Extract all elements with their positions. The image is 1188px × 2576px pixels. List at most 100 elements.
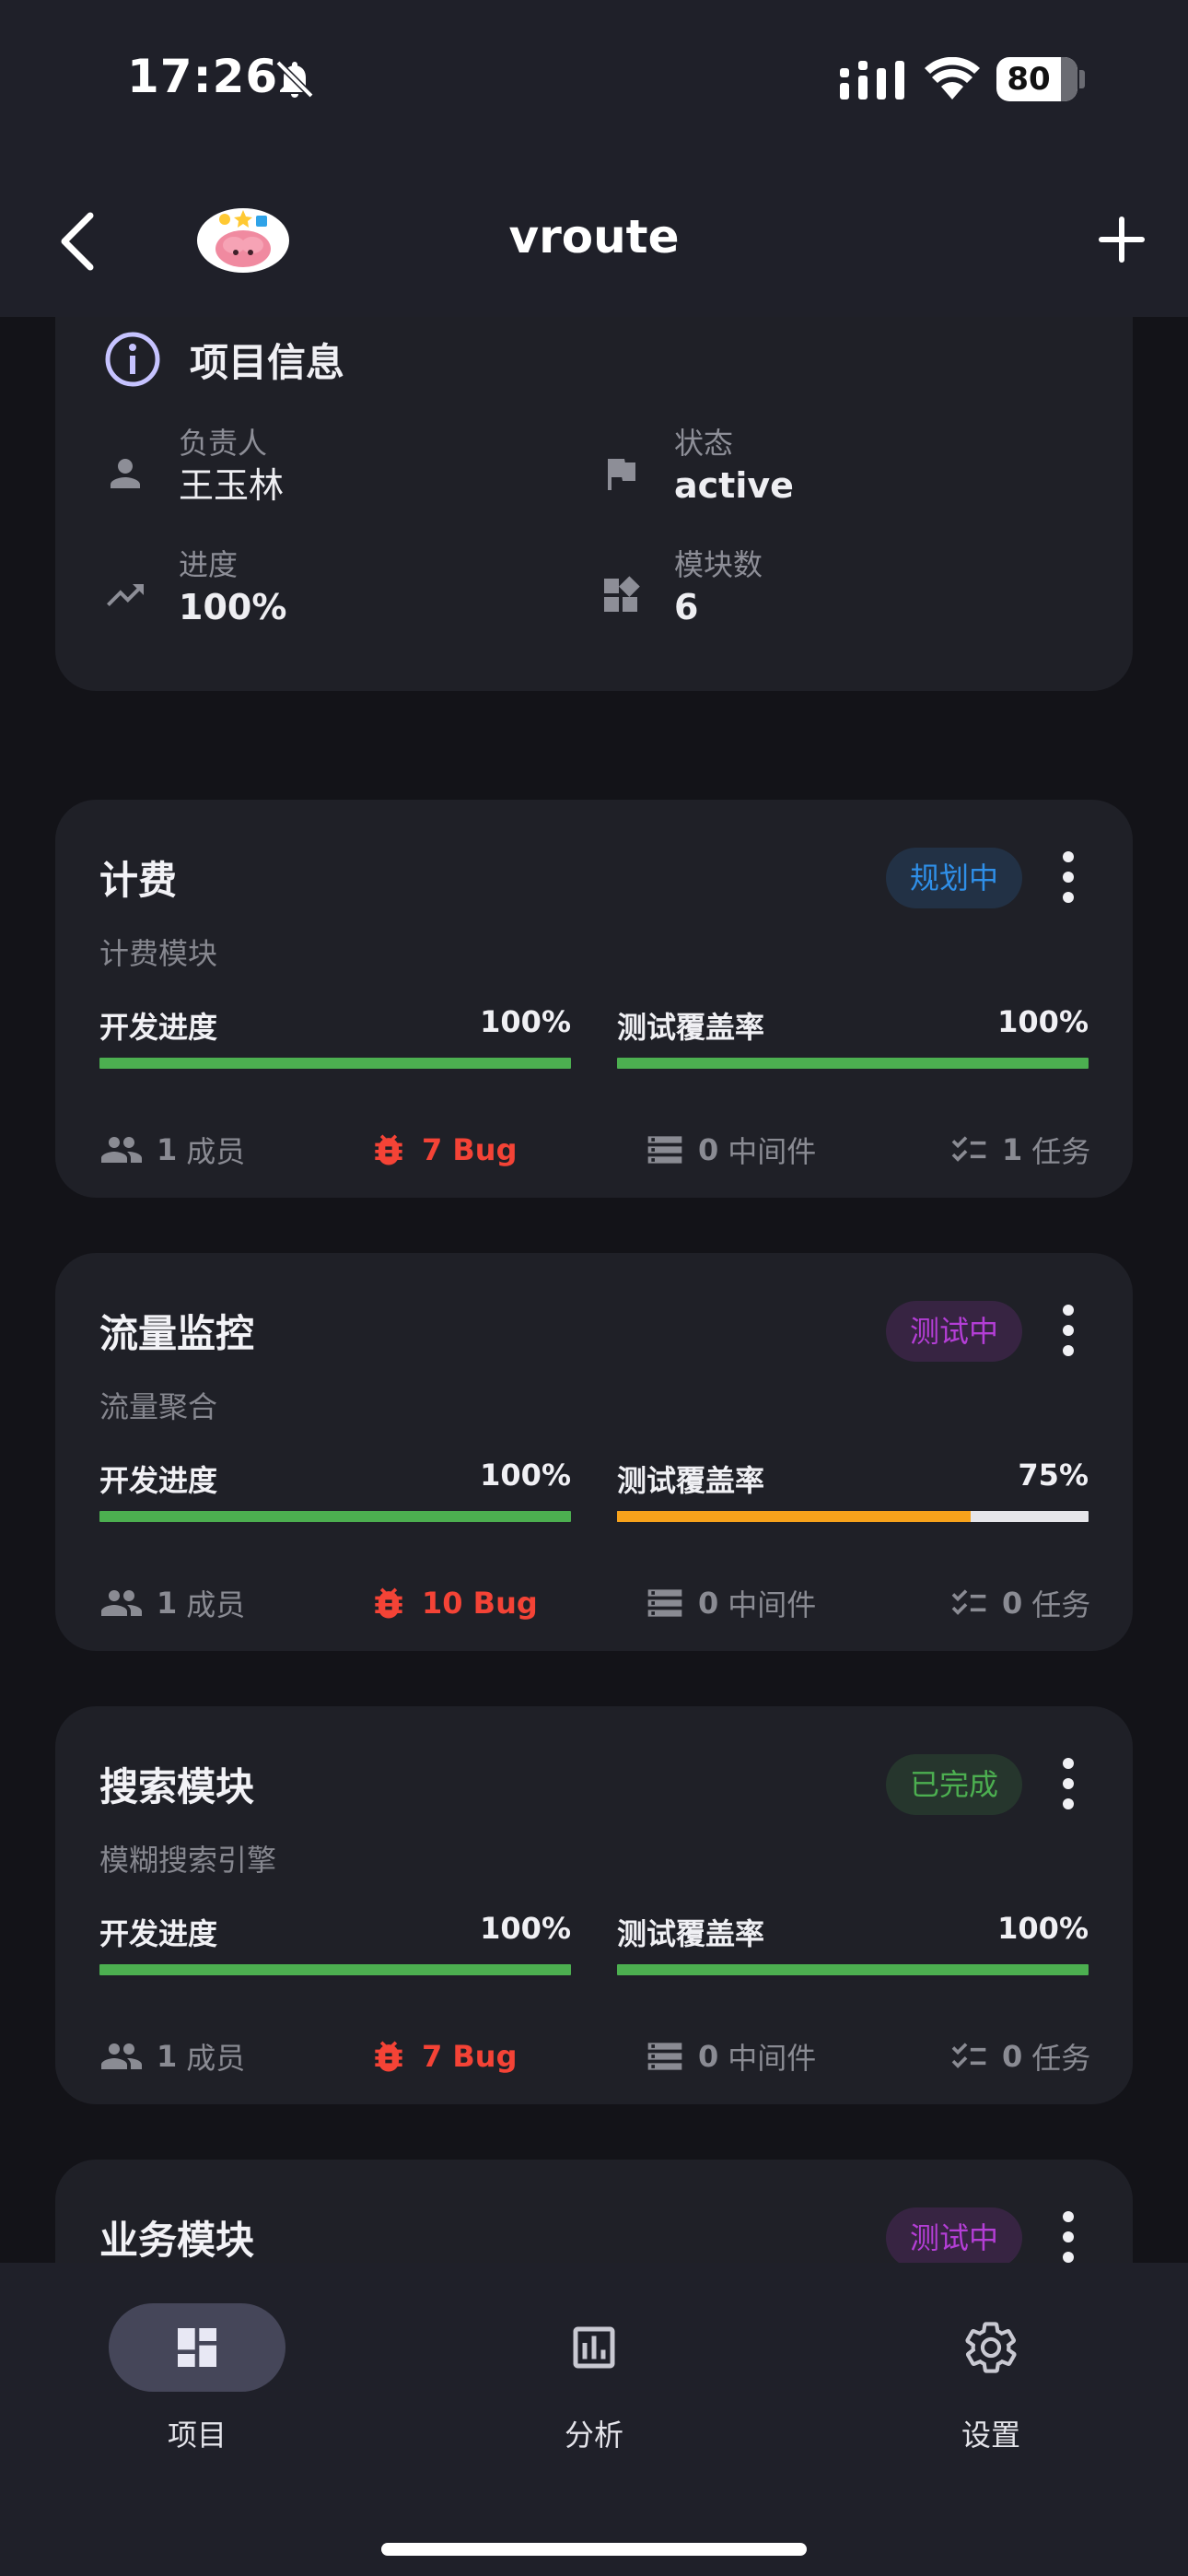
dev-progress-value: 100% (480, 1004, 571, 1039)
group-icon (101, 1137, 142, 1163)
checklist-icon (951, 1589, 986, 1615)
dev-progress-label: 开发进度 (99, 1010, 218, 1045)
battery-cap (1079, 70, 1085, 88)
status-value: active (674, 465, 794, 506)
dev-progress-fill (99, 1964, 571, 1975)
more-options-icon[interactable] (1061, 1305, 1076, 1358)
bug-stat[interactable]: 7 Bug (368, 2034, 517, 2078)
bottom-navigation: 项目 分析 设置 (0, 2263, 1188, 2576)
dev-progress-fill (99, 1058, 571, 1069)
bell-off-icon (275, 60, 314, 99)
module-name: 计费 (99, 858, 178, 903)
module-description: 流量聚合 (99, 1389, 218, 1424)
progress-label: 进度 (179, 547, 239, 582)
project-title: vroute (508, 210, 680, 263)
modules-value: 6 (674, 587, 699, 627)
test-coverage-fill (617, 1964, 1089, 1975)
group-icon (101, 2043, 142, 2069)
test-coverage-fill (617, 1058, 1089, 1069)
info-card-header: 项目信息 (103, 330, 344, 389)
module-name: 流量监控 (99, 1311, 255, 1356)
battery-level: 80 (1007, 61, 1051, 98)
middleware-stat: 0 中间件 (645, 1581, 816, 1625)
dev-progress-fill (99, 1511, 571, 1522)
module-description: 模糊搜索引擎 (99, 1843, 277, 1878)
person-icon (111, 459, 140, 488)
status-info: 状态 active (599, 424, 794, 509)
nav-projects[interactable]: 项目 (105, 2303, 289, 2454)
test-coverage-label: 测试覆盖率 (617, 1010, 765, 1045)
dev-progress-label: 开发进度 (99, 1916, 218, 1951)
bug-stat[interactable]: 7 Bug (368, 1128, 517, 1172)
checklist-icon (951, 1136, 986, 1162)
dev-progress-bar (99, 1511, 571, 1522)
wifi-icon (925, 57, 980, 100)
module-status-badge: 已完成 (885, 1754, 1022, 1815)
battery-indicator: 80 (996, 57, 1077, 101)
checklist-icon (951, 2043, 986, 2068)
analytics-icon (573, 2326, 615, 2369)
owner-label: 负责人 (179, 426, 268, 461)
module-status-badge: 测试中 (885, 1301, 1022, 1362)
module-name: 搜索模块 (99, 1764, 255, 1809)
modules-label: 模块数 (674, 547, 763, 582)
dev-progress-bar (99, 1058, 571, 1069)
nav-projects-pill (109, 2303, 285, 2392)
gear-icon (965, 2322, 1017, 2373)
nav-projects-label: 项目 (167, 2418, 227, 2453)
storage-icon (647, 1589, 682, 1617)
test-coverage-label: 测试覆盖率 (617, 1463, 765, 1498)
nav-analytics[interactable]: 分析 (502, 2303, 686, 2454)
dashboard-icon (178, 2328, 216, 2367)
nav-analytics-pill (506, 2303, 682, 2392)
widgets-icon (604, 576, 640, 612)
test-coverage-label: 测试覆盖率 (617, 1916, 765, 1951)
bug-icon (375, 1134, 402, 1165)
more-options-icon[interactable] (1061, 2211, 1076, 2265)
tasks-stat: 0 任务 (949, 1581, 1090, 1625)
nav-settings-pill (903, 2303, 1079, 2392)
tasks-stat: 0 任务 (949, 2034, 1090, 2078)
members-stat: 1 成员 (99, 2034, 245, 2078)
nav-settings-label: 设置 (961, 2418, 1020, 2453)
info-icon (105, 332, 160, 387)
middleware-stat: 0 中间件 (645, 1128, 816, 1172)
members-stat: 1 成员 (99, 1581, 245, 1625)
owner-value: 王玉林 (179, 465, 285, 506)
test-coverage-fill (617, 1511, 971, 1522)
cellular-signal-icon (840, 61, 904, 100)
module-card[interactable]: 搜索模块 模糊搜索引擎 已完成 开发进度 100% 测试覆盖率 100% 1 成员… (55, 1706, 1133, 2104)
group-icon (101, 1590, 142, 1616)
progress-info: 进度 100% (103, 545, 286, 630)
owner-info: 负责人 王玉林 (103, 424, 284, 509)
storage-icon (647, 1136, 682, 1164)
module-card[interactable]: 计费 计费模块 规划中 开发进度 100% 测试覆盖率 100% 1 成员 7 B… (55, 800, 1133, 1198)
dev-progress-bar (99, 1964, 571, 1975)
storage-icon (647, 2043, 682, 2070)
middleware-stat: 0 中间件 (645, 2034, 816, 2078)
module-card[interactable]: 流量监控 流量聚合 测试中 开发进度 100% 测试覆盖率 75% 1 成员 10… (55, 1253, 1133, 1651)
progress-value: 100% (179, 587, 287, 627)
test-coverage-value: 100% (997, 1004, 1089, 1039)
test-coverage-bar (617, 1058, 1089, 1069)
status-time: 17:26 (127, 50, 279, 103)
flag-icon (608, 459, 635, 490)
modules-info: 模块数 6 (599, 545, 763, 630)
bug-stat[interactable]: 10 Bug (368, 1581, 538, 1625)
nav-settings[interactable]: 设置 (899, 2303, 1083, 2454)
test-coverage-bar (617, 1964, 1089, 1975)
project-info-card: 项目信息 负责人 王玉林 状态 active 进度 100% 模块数 6 (55, 276, 1133, 691)
home-indicator (381, 2543, 807, 2556)
test-coverage-bar (617, 1511, 1089, 1522)
info-card-title: 项目信息 (190, 339, 345, 385)
module-name: 业务模块 (99, 2218, 255, 2263)
more-options-icon[interactable] (1061, 1758, 1076, 1811)
status-label: 状态 (674, 426, 734, 461)
add-icon[interactable] (1096, 214, 1147, 265)
dev-progress-label: 开发进度 (99, 1463, 218, 1498)
more-options-icon[interactable] (1061, 851, 1076, 905)
module-status-badge: 规划中 (885, 848, 1022, 908)
nav-analytics-label: 分析 (564, 2418, 623, 2453)
top-app-bar: 17:26 80 vroute (0, 0, 1188, 317)
tasks-stat: 1 任务 (949, 1128, 1090, 1172)
